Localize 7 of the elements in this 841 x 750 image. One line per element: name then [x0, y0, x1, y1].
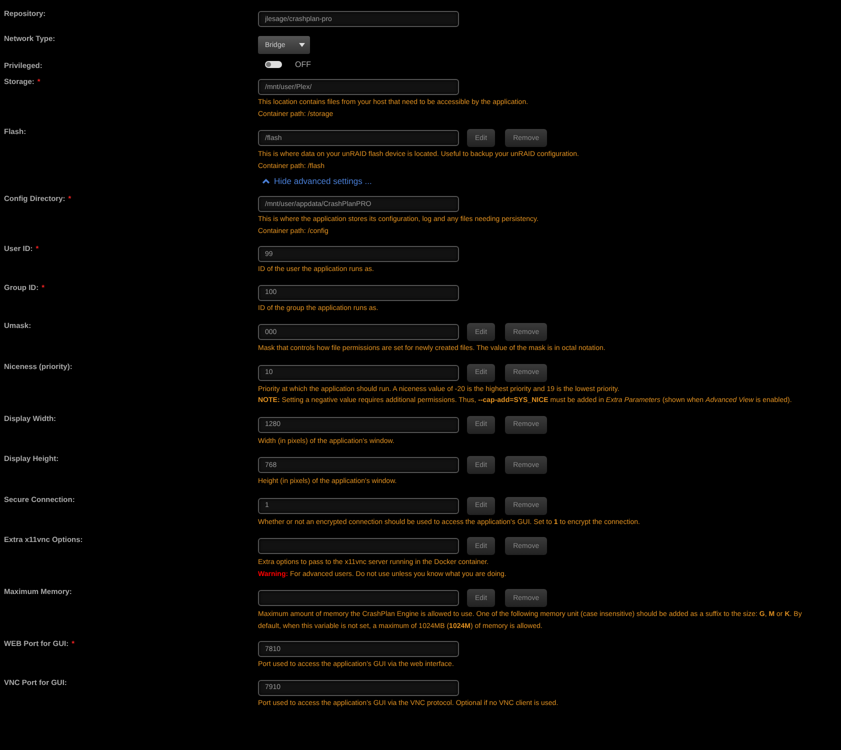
text-field[interactable]: [258, 590, 459, 606]
chevron-icon: [262, 178, 270, 184]
privileged-switch[interactable]: [265, 61, 282, 68]
toggle-advanced-link[interactable]: Hide advanced settings ...: [262, 176, 372, 186]
text-field[interactable]: [258, 538, 459, 554]
caret-icon: [299, 43, 305, 47]
switch-state-text: OFF: [295, 60, 311, 69]
